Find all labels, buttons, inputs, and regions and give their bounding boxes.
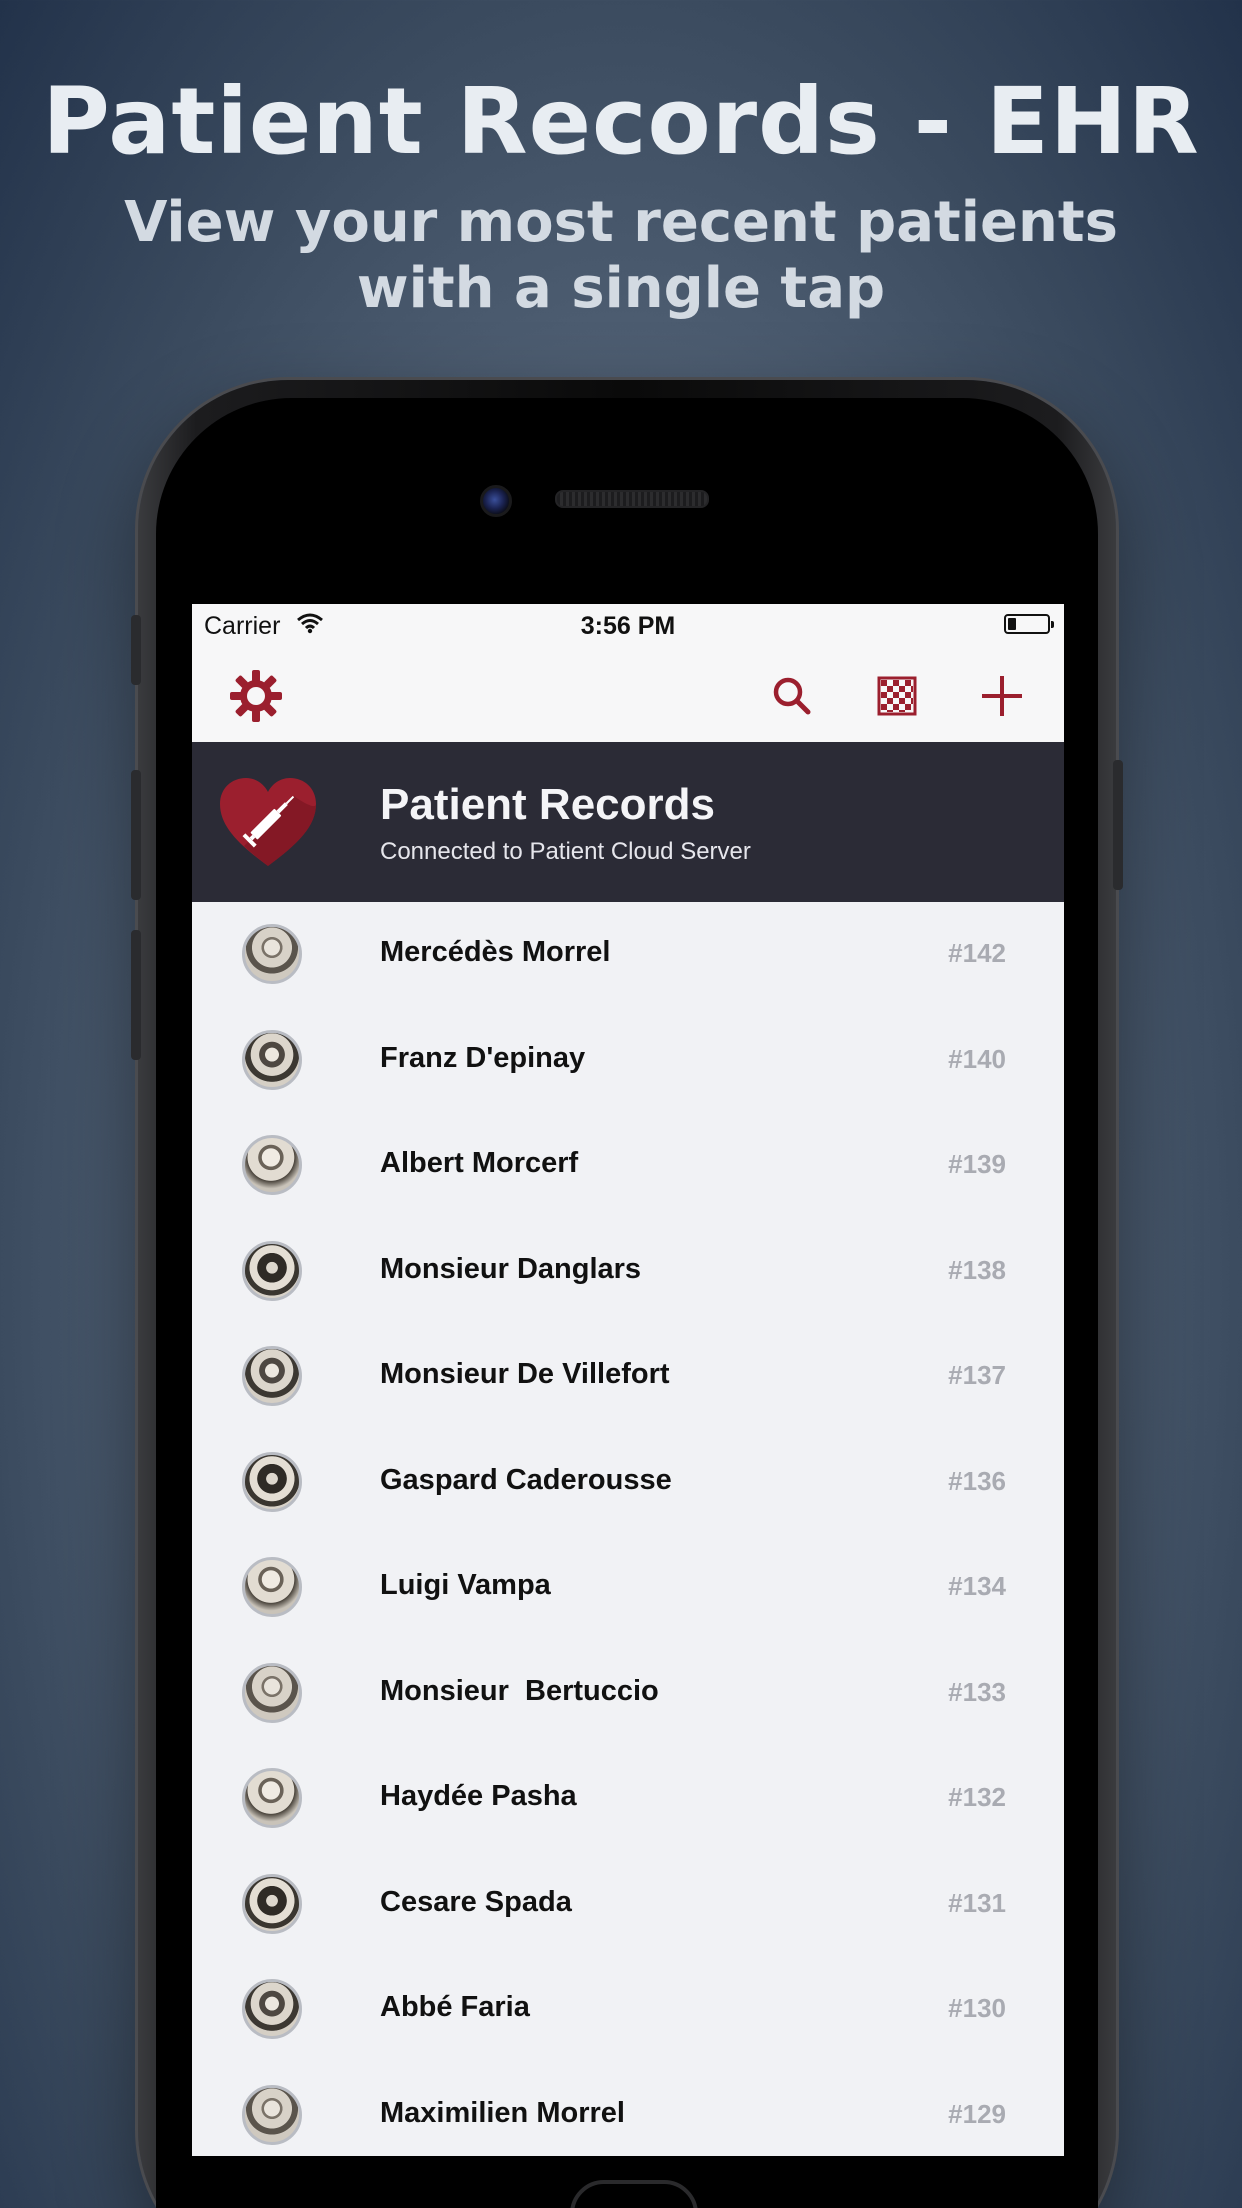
patient-avatar [242,1451,302,1512]
patient-name: Franz D'epinay [380,1041,586,1074]
promo-subtitle-line-2: with a single tap [356,256,886,321]
add-patient-button[interactable] [972,666,1032,726]
patient-name: Monsieur Bertuccio [380,1674,659,1707]
patient-id: #130 [948,1993,1006,2023]
search-icon [773,677,811,715]
patient-row[interactable]: Albert Morcerf #139 [192,1113,1064,1219]
patient-avatar [242,2084,302,2145]
app-header: Patient Records Connected to Patient Clo… [192,742,1064,902]
plus-icon [982,676,1022,716]
patient-id: #139 [948,1149,1006,1179]
patient-list: Mercédès Morrel #142 Franz D'epinay #140… [192,902,1064,2156]
status-time: 3:56 PM [580,612,676,640]
header-title: Patient Records [380,780,715,829]
earpiece-speaker [555,490,709,508]
patient-avatar [242,1029,302,1090]
patient-id: #132 [948,1782,1006,1812]
volume-down-button [131,930,141,1060]
gear-icon [230,670,282,722]
patient-name: Monsieur Danglars [380,1252,642,1285]
battery-icon [1004,614,1054,634]
home-button [570,2180,698,2208]
patient-name: Cesare Spada [380,1885,572,1918]
heart-syringe-icon [220,778,316,866]
power-button [1113,760,1123,890]
patient-name: Mercédès Morrel [380,936,611,968]
patient-id: #133 [948,1676,1006,1707]
patient-avatar [242,1557,302,1617]
patient-id: #129 [948,2098,1006,2129]
patient-row[interactable]: Abbé Faria #130 [192,1957,1064,2063]
patient-row[interactable]: Maximilien Morrel #129 [192,2063,1064,2157]
patient-id: #137 [948,1360,1006,1390]
patient-name: Luigi Vampa [380,1569,551,1601]
toolbar [192,648,1064,743]
patient-name: Albert Morcerf [380,1147,579,1179]
patient-id: #134 [948,1571,1006,1601]
patient-row[interactable]: Mercédès Morrel #142 [192,902,1064,1008]
patient-row[interactable]: Monsieur De Villefort #137 [192,1324,1064,1430]
patient-row[interactable]: Cesare Spada #131 [192,1852,1064,1958]
checkerboard-icon [877,676,917,716]
patient-row[interactable]: Monsieur Danglars #138 [192,1219,1064,1325]
promo-subtitle-line-1: View your most recent patients [124,190,1118,255]
patient-row[interactable]: Haydée Pasha #132 [192,1746,1064,1852]
patient-avatar [242,1135,302,1195]
volume-up-button [131,770,141,900]
patient-name: Monsieur De Villefort [380,1358,670,1390]
settings-button[interactable] [226,666,286,726]
patient-name: Haydée Pasha [380,1780,577,1812]
patient-name: Abbé Faria [380,1991,530,2023]
battery-level [1008,618,1016,630]
patient-row[interactable]: Monsieur Bertuccio #133 [192,1641,1064,1747]
patient-avatar [242,1662,302,1723]
patient-avatar [242,1979,302,2039]
patient-name: Maximilien Morrel [380,2096,625,2129]
patient-id: #131 [948,1887,1006,1918]
scan-button[interactable] [867,666,927,726]
patient-id: #140 [948,1043,1006,1074]
patient-id: #138 [948,1254,1006,1285]
search-button[interactable] [762,666,822,726]
front-camera [480,485,512,517]
mute-switch [131,615,141,685]
promo-subtitle: View your most recent patients with a si… [0,190,1242,322]
patient-avatar [242,1768,302,1828]
patient-id: #142 [948,938,1006,968]
patient-row[interactable]: Gaspard Caderousse #136 [192,1430,1064,1536]
patient-id: #136 [948,1465,1006,1496]
status-bar: Carrier 3:56 PM [192,604,1064,648]
promo-title: Patient Records - EHR [42,68,1200,175]
app-screen: Carrier 3:56 PM Patient Records Connecte… [192,604,1064,2156]
patient-row[interactable]: Luigi Vampa #134 [192,1535,1064,1641]
patient-name: Gaspard Caderousse [380,1463,672,1496]
header-subtitle: Connected to Patient Cloud Server [380,838,751,865]
patient-row[interactable]: Franz D'epinay #140 [192,1008,1064,1114]
patient-avatar [242,1346,302,1406]
patient-avatar [242,924,302,984]
patient-avatar [242,1873,302,1934]
patient-avatar [242,1240,302,1301]
